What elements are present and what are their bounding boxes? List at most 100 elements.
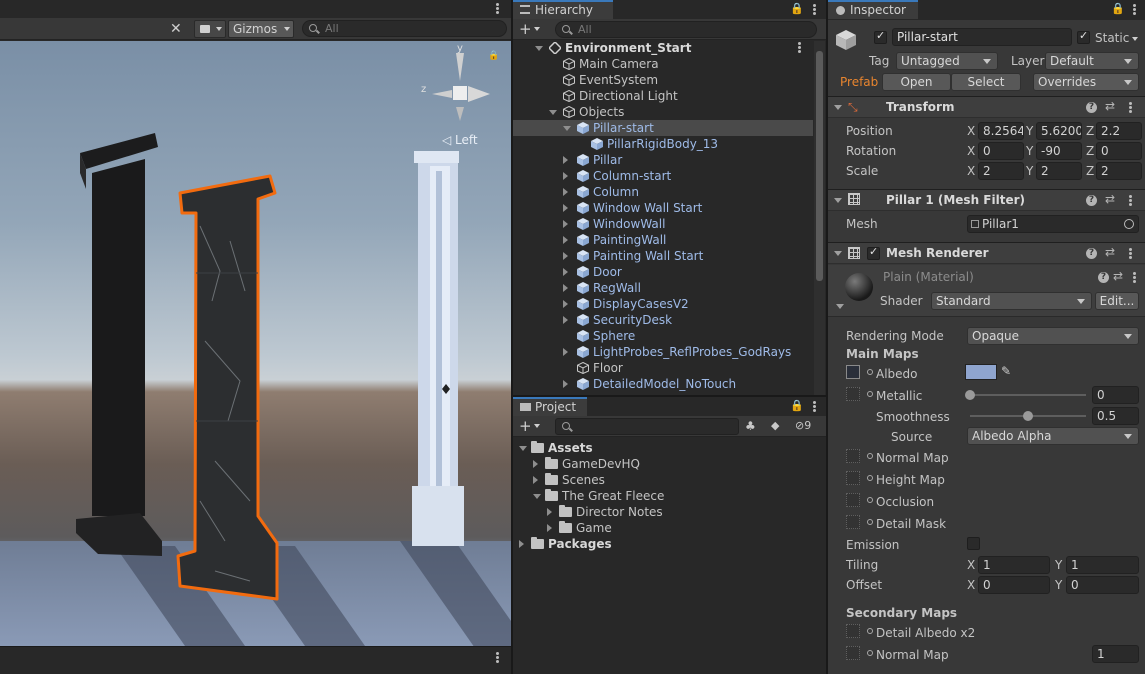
hierarchy-item[interactable]: Main Camera [513,56,813,72]
hierarchy-item[interactable]: DisplayCasesV2 [513,296,813,312]
collapsed-arrow-icon[interactable] [563,268,568,276]
hierarchy-item[interactable]: RegWall [513,280,813,296]
texture-picker-icon[interactable] [867,369,873,375]
occlusion-slot[interactable] [846,493,860,507]
mesh-object-field[interactable]: Pillar1 [967,215,1139,233]
scene-menu-icon[interactable] [798,42,802,54]
camera-menu-button[interactable] [194,20,226,38]
hierarchy-item[interactable]: Pillar [513,152,813,168]
collapsed-arrow-icon[interactable] [533,460,538,468]
collapsed-arrow-icon[interactable] [563,300,568,308]
project-item[interactable]: Packages [513,536,826,552]
collapsed-arrow-icon[interactable] [533,476,538,484]
albedo-color-swatch[interactable] [965,364,997,380]
foldout-icon[interactable] [834,198,842,203]
lock-icon[interactable]: 🔒 [488,51,499,61]
scrollbar-thumb[interactable] [816,51,823,281]
tag-dropdown[interactable]: Untagged [896,52,998,70]
tiling-y-field[interactable]: 1 [1066,556,1139,574]
hierarchy-menu-icon[interactable] [813,4,817,16]
hierarchy-item[interactable]: SecurityDesk [513,312,813,328]
texture-picker-icon[interactable] [867,453,873,459]
hierarchy-item[interactable]: Pillar-start [513,120,813,136]
collapsed-arrow-icon[interactable] [563,172,568,180]
texture-picker-icon[interactable] [867,497,873,503]
detail-mask-slot[interactable] [846,515,860,529]
secondary-normal-scale-field[interactable]: 1 [1092,645,1139,663]
hierarchy-item[interactable]: EventSystem [513,72,813,88]
object-picker-icon[interactable] [1124,219,1134,229]
material-header[interactable]: Plain (Material) ? ⇄ Shader Standard Edi… [828,265,1145,317]
mesh-filter-header[interactable]: Pillar 1 (Mesh Filter) ? ⇄ [828,189,1145,211]
hierarchy-item[interactable]: WindowWall [513,216,813,232]
orientation-gizmo[interactable] [432,53,490,121]
presets-icon[interactable]: ⇄ [1113,269,1123,283]
collapsed-arrow-icon[interactable] [519,540,524,548]
hierarchy-item[interactable]: Column-start [513,168,813,184]
foldout-icon[interactable] [836,304,844,309]
texture-picker-icon[interactable] [867,391,873,397]
rendering-mode-dropdown[interactable]: Opaque [967,327,1139,345]
collapsed-arrow-icon[interactable] [563,316,568,324]
hierarchy-scrollbar[interactable] [814,41,825,395]
collapsed-arrow-icon[interactable] [563,188,568,196]
collapsed-arrow-icon[interactable] [547,508,552,516]
add-icon[interactable]: + [519,418,532,434]
collapsed-arrow-icon[interactable] [563,236,568,244]
expanded-arrow-icon[interactable] [535,46,543,51]
texture-picker-icon[interactable] [867,475,873,481]
rotation-y-field[interactable]: -90 [1036,142,1082,160]
project-item[interactable]: Game [513,520,826,536]
inspector-menu-icon[interactable] [1133,4,1137,16]
hierarchy-item[interactable]: Environment_Start [513,40,813,56]
project-item[interactable]: The Great Fleece [513,488,826,504]
lock-icon[interactable]: 🔒 [1111,2,1125,15]
shader-dropdown[interactable]: Standard [931,292,1092,310]
scene-search-input[interactable]: All [302,20,507,37]
emission-checkbox[interactable] [967,537,980,550]
hierarchy-item[interactable]: DetailedModel_NoTouch [513,376,813,392]
hierarchy-item[interactable]: Door [513,264,813,280]
expanded-arrow-icon[interactable] [533,494,541,499]
component-menu-icon[interactable] [1129,195,1133,207]
project-search-input[interactable] [555,418,739,435]
prefab-select-button[interactable]: Select [951,73,1021,91]
scale-x-field[interactable]: 2 [978,162,1024,180]
add-icon[interactable]: + [519,21,532,37]
filter-by-label-icon[interactable]: ◆ [771,419,779,432]
hierarchy-item[interactable]: Window Wall Start [513,200,813,216]
hierarchy-item[interactable]: Sphere [513,328,813,344]
hidden-packages-icon[interactable]: ⊘9 [795,419,811,432]
collapsed-arrow-icon[interactable] [563,252,568,260]
help-icon[interactable]: ? [1086,248,1097,259]
smoothness-slider-knob[interactable] [1023,411,1033,421]
tab-project[interactable]: Project [513,397,587,416]
rotation-z-field[interactable]: 0 [1096,142,1142,160]
hierarchy-item[interactable]: Objects [513,104,813,120]
tiling-x-field[interactable]: 1 [978,556,1050,574]
scene-view[interactable]: ✕ Gizmos All y z 🔒 ◁ Left [0,0,511,674]
scale-z-field[interactable]: 2 [1096,162,1142,180]
texture-picker-icon[interactable] [867,650,873,656]
collapsed-arrow-icon[interactable] [563,284,568,292]
project-item[interactable]: Director Notes [513,504,826,520]
help-icon[interactable]: ? [1098,272,1109,283]
help-icon[interactable]: ? [1086,195,1097,206]
foldout-icon[interactable] [834,105,842,110]
layer-dropdown[interactable]: Default [1045,52,1139,70]
mesh-renderer-enabled-checkbox[interactable] [867,245,880,260]
collapsed-arrow-icon[interactable] [563,220,568,228]
mesh-renderer-header[interactable]: Mesh Renderer ? ⇄ [828,242,1145,264]
project-item[interactable]: Scenes [513,472,826,488]
scene-viewport[interactable]: y z 🔒 ◁ Left [0,41,511,646]
collapsed-arrow-icon[interactable] [563,348,568,356]
hierarchy-item[interactable]: Floor [513,360,813,376]
tab-inspector[interactable]: Inspector [828,0,918,19]
shader-edit-button[interactable]: Edit... [1095,292,1139,310]
filter-by-type-icon[interactable]: ♣ [745,419,756,433]
offset-y-field[interactable]: 0 [1066,576,1139,594]
expanded-arrow-icon[interactable] [519,446,527,451]
foldout-icon[interactable] [834,251,842,256]
hierarchy-item[interactable]: LightProbes_ReflProbes_GodRays [513,344,813,360]
smoothness-value-field[interactable]: 0.5 [1092,407,1139,425]
